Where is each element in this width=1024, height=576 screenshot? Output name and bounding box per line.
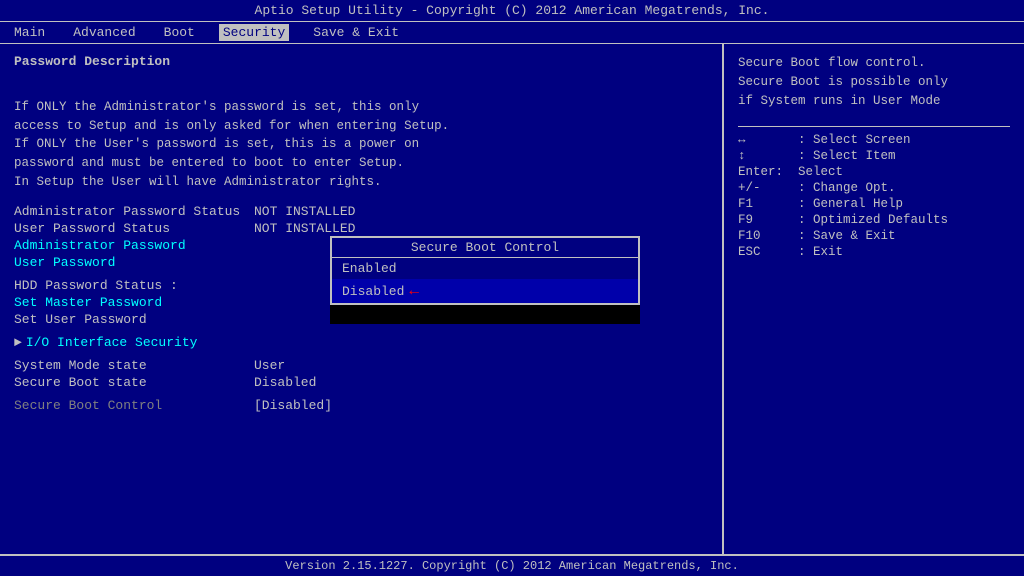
key-f10-desc: : Save & Exit [798, 229, 1010, 243]
key-plusminus: +/- [738, 181, 798, 195]
desc-line-5: In Setup the User will have Administrato… [14, 175, 382, 189]
desc-line-4: password and must be entered to boot to … [14, 156, 404, 170]
menu-item-main[interactable]: Main [10, 24, 49, 41]
key-f10: F10 : Save & Exit [738, 229, 1010, 243]
key-ud-arrows: ↕ [738, 149, 798, 163]
dropdown-popup: Secure Boot Control Enabled Disabled ← [330, 236, 640, 305]
key-f1: F1 : General Help [738, 197, 1010, 211]
secure-boot-state-value: Disabled [254, 375, 316, 390]
io-interface-security-row[interactable]: ► I/O Interface Security [14, 335, 708, 350]
dropdown-item-enabled[interactable]: Enabled [332, 258, 638, 279]
desc-line-1: If ONLY the Administrator's password is … [14, 100, 419, 114]
admin-password-status-label: Administrator Password Status [14, 204, 254, 219]
help-text: Secure Boot flow control. Secure Boot is… [738, 54, 1010, 110]
secure-boot-state-row: Secure Boot state Disabled [14, 375, 708, 390]
admin-password-label[interactable]: Administrator Password [14, 238, 254, 253]
desc-line-2: access to Setup and is only asked for wh… [14, 119, 449, 133]
user-password-status-label: User Password Status [14, 221, 254, 236]
left-panel: Password Description If ONLY the Adminis… [0, 44, 724, 560]
help-line-2: Secure Boot is possible only [738, 75, 948, 89]
set-user-password-label: Set User Password [14, 312, 254, 327]
help-line-1: Secure Boot flow control. [738, 56, 926, 70]
secure-boot-state-label: Secure Boot state [14, 375, 254, 390]
key-esc-label: ESC [738, 245, 798, 259]
secure-boot-control-row: Secure Boot Control [Disabled] [14, 398, 708, 413]
key-esc: ESC : Exit [738, 245, 1010, 259]
help-line-3: if System runs in User Mode [738, 94, 941, 108]
title-text: Aptio Setup Utility - Copyright (C) 2012… [255, 3, 770, 18]
key-f9-desc: : Optimized Defaults [798, 213, 1010, 227]
footer-text: Version 2.15.1227. Copyright (C) 2012 Am… [285, 559, 739, 573]
key-enter: Enter: Select [738, 165, 1010, 179]
key-select-screen: ↔ : Select Screen [738, 133, 1010, 147]
key-arrows: ↔ [738, 133, 798, 147]
right-panel: Secure Boot flow control. Secure Boot is… [724, 44, 1024, 560]
divider [738, 126, 1010, 127]
key-select-screen-desc: : Select Screen [798, 133, 1010, 147]
user-password-label[interactable]: User Password [14, 255, 254, 270]
admin-password-status-value: NOT INSTALLED [254, 204, 355, 219]
menu-bar: Main Advanced Boot Security Save & Exit [0, 21, 1024, 44]
dropdown-title: Secure Boot Control [332, 238, 638, 258]
triangle-icon: ► [14, 335, 22, 350]
secure-boot-control-value: [Disabled] [254, 398, 332, 413]
dropdown-item-disabled[interactable]: Disabled ← [332, 279, 638, 303]
hdd-password-status-label: HDD Password Status : [14, 278, 254, 293]
key-change-opt: +/- : Change Opt. [738, 181, 1010, 195]
system-mode-value: User [254, 358, 285, 373]
menu-item-advanced[interactable]: Advanced [69, 24, 139, 41]
key-select-item-desc: : Select Item [798, 149, 1010, 163]
io-interface-security-label: I/O Interface Security [26, 335, 198, 350]
key-esc-desc: : Exit [798, 245, 1010, 259]
user-password-status-row: User Password Status NOT INSTALLED [14, 221, 708, 236]
system-mode-label: System Mode state [14, 358, 254, 373]
key-f1-label: F1 [738, 197, 798, 211]
description-title: Password Description [14, 54, 708, 69]
key-enter-label: Enter: [738, 165, 798, 179]
description-text: If ONLY the Administrator's password is … [14, 79, 708, 192]
user-password-status-value: NOT INSTALLED [254, 221, 355, 236]
system-mode-row: System Mode state User [14, 358, 708, 373]
menu-item-boot[interactable]: Boot [160, 24, 199, 41]
set-master-password-label[interactable]: Set Master Password [14, 295, 254, 310]
key-f9: F9 : Optimized Defaults [738, 213, 1010, 227]
key-f9-label: F9 [738, 213, 798, 227]
key-select-item: ↕ : Select Item [738, 149, 1010, 163]
key-change-opt-desc: : Change Opt. [798, 181, 1010, 195]
key-f10-label: F10 [738, 229, 798, 243]
menu-item-save-exit[interactable]: Save & Exit [309, 24, 403, 41]
key-enter-desc: Select [798, 165, 1010, 179]
menu-item-security[interactable]: Security [219, 24, 289, 41]
title-bar: Aptio Setup Utility - Copyright (C) 2012… [0, 0, 1024, 21]
desc-line-3: If ONLY the User's password is set, this… [14, 137, 419, 151]
main-layout: Password Description If ONLY the Adminis… [0, 44, 1024, 560]
key-f1-desc: : General Help [798, 197, 1010, 211]
admin-password-status-row: Administrator Password Status NOT INSTAL… [14, 204, 708, 219]
footer: Version 2.15.1227. Copyright (C) 2012 Am… [0, 554, 1024, 576]
secure-boot-control-label: Secure Boot Control [14, 398, 254, 413]
arrow-indicator: ← [409, 282, 419, 300]
